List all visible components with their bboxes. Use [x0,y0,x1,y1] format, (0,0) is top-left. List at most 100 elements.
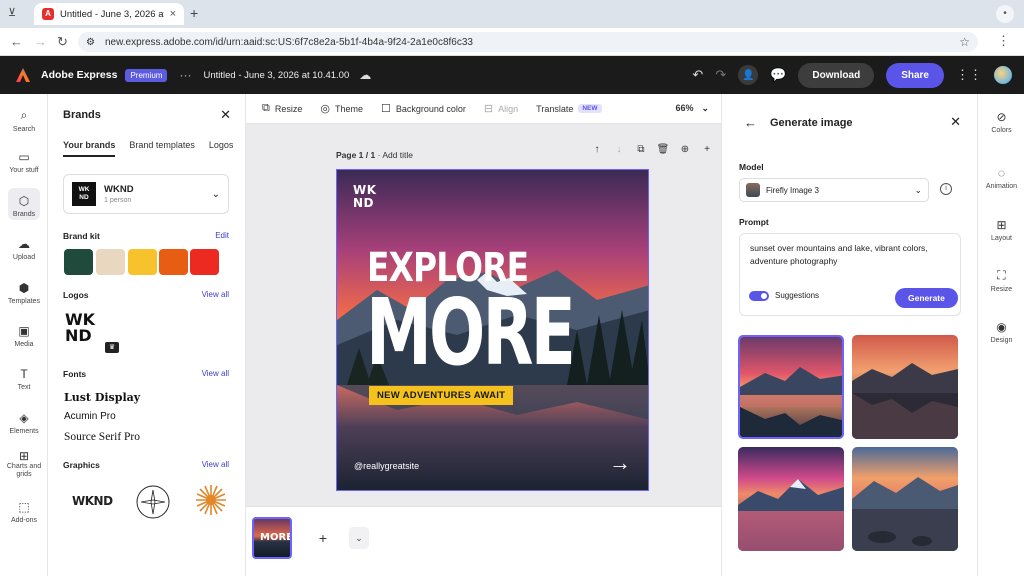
rail-item-resize[interactable]: ⛶ Resize [978,268,1024,293]
new-tab-icon[interactable]: + [190,5,198,21]
rail-item-colors[interactable]: ⊘ Colors [978,110,1024,134]
design-artboard[interactable]: WK ND EXPLORE MORE NEW ADVENTURES AWAIT @… [336,169,649,491]
color-swatch[interactable] [96,249,125,275]
suggestions-toggle[interactable] [749,291,769,301]
url-field[interactable]: ⚙ new.express.adobe.com/id/urn:aaid:sc:U… [78,32,978,52]
edit-brand-kit-link[interactable]: Edit [215,231,229,240]
arrow-right-icon[interactable]: → [609,450,631,476]
generated-image[interactable] [738,447,844,551]
zoom-control[interactable]: 66% ⌄ [675,103,709,114]
more-menu-icon[interactable]: ··· [179,68,191,82]
page-thumbnail[interactable]: MORE [252,517,292,559]
rail-item-search[interactable]: ⌕ Search [4,108,44,133]
sunburst-graphic-icon[interactable] [195,484,227,516]
document-title[interactable]: Untitled - June 3, 2026 at 10.41.00 [203,70,349,81]
download-button[interactable]: Download [798,62,875,88]
rail-item-design[interactable]: ◉ Design [978,320,1024,344]
rail-item-text[interactable]: T Text [4,367,44,391]
expand-pages-button[interactable]: ⌄ [349,527,369,549]
move-up-icon[interactable]: ↑ [590,144,604,155]
forward-icon[interactable]: → [34,34,47,49]
url-text: new.express.adobe.com/id/urn:aaid:sc:US:… [104,36,473,48]
color-swatch[interactable] [190,249,219,275]
generated-image[interactable] [738,335,844,439]
theme-button[interactable]: ◎ Theme [320,102,363,115]
fonts-view-all-link[interactable]: View all [202,369,229,378]
brand-icon: ⬡ [18,194,30,208]
rail-item-templates[interactable]: ⬢ Templates [4,281,44,305]
delete-icon[interactable]: 🗑 [656,144,670,155]
model-thumbnail [746,183,760,197]
tab-logos[interactable]: Logos [209,140,234,157]
tab-search-icon[interactable]: ⊻ [8,6,16,19]
browser-tab-bar: ⊻ A Untitled - June 3, 2026 at 10.41.00 … [0,0,1024,28]
reload-icon[interactable]: ↻ [57,34,68,50]
color-swatch[interactable] [159,249,188,275]
comment-icon[interactable]: 💬 [770,67,786,83]
brand-logo: WK ND [72,182,96,206]
brand-logo-tile[interactable]: WK ND ♛ [65,304,119,353]
add-page-button[interactable]: + [304,517,342,559]
cloud-sync-icon: ☁ [359,68,372,82]
rail-item-animation[interactable]: ◌ Animation [978,166,1024,190]
brand-selector[interactable]: WK ND WKND 1 person ⌄ [63,174,229,214]
back-icon[interactable]: ← [10,34,23,49]
font-item[interactable]: Acumin Pro [64,411,116,422]
rail-item-brands[interactable]: ⬡ Brands [4,188,44,220]
back-arrow-icon[interactable]: ← [744,115,757,130]
compass-graphic-icon[interactable] [135,484,171,520]
add-page-icon[interactable]: ⊕ [678,144,692,155]
rail-item-upload[interactable]: ☁ Upload [4,237,44,261]
invite-user-icon[interactable]: 👤 [738,65,759,85]
move-down-icon[interactable]: ↓ [612,144,626,155]
font-item[interactable]: Lust Display [64,391,140,404]
browser-tab[interactable]: A Untitled - June 3, 2026 at 10.41.00 × [34,3,184,25]
bookmark-star-icon[interactable]: ☆ [959,35,970,49]
redo-icon[interactable]: ↷ [715,67,726,83]
tagline-banner[interactable]: NEW ADVENTURES AWAIT [369,386,514,405]
generated-image[interactable] [852,447,958,551]
browser-menu-icon[interactable]: ⋮ [997,33,1010,49]
share-button[interactable]: Share [886,62,944,88]
rail-item-elements[interactable]: ◈ Elements [4,411,44,435]
social-handle[interactable]: @reallygreatsite [354,461,419,471]
align-button[interactable]: ⊟ Align [484,102,518,115]
font-item[interactable]: Source Serif Pro [64,431,140,443]
close-tab-icon[interactable]: × [170,8,176,20]
rail-item-media[interactable]: ▣ Media [4,324,44,348]
rail-item-addons[interactable]: ⬚ Add-ons [4,500,44,524]
canvas-logo[interactable]: WK ND [353,184,377,210]
canvas-area: ⧉ Resize ◎ Theme ☐ Background color ⊟ Align … [246,94,721,576]
tab-your-brands[interactable]: Your brands [63,140,116,157]
apps-grid-icon[interactable]: ⋮⋮ [956,67,982,83]
background-color-button[interactable]: ☐ Background color [381,102,466,115]
color-swatch[interactable] [64,249,93,275]
add-title-link[interactable]: Add title [382,150,413,160]
rail-item-layout[interactable]: ⊞ Layout [978,218,1024,242]
close-icon[interactable]: ✕ [950,114,961,130]
rail-item-your-stuff[interactable]: ▭ Your stuff [4,150,44,174]
model-dropdown[interactable]: Firefly Image 3 ⌄ [739,178,929,202]
logos-view-all-link[interactable]: View all [202,290,229,299]
prompt-label: Prompt [739,217,769,227]
adobe-express-logo-icon[interactable] [15,67,31,83]
headline-more[interactable]: MORE [366,287,576,379]
translate-button[interactable]: Translate NEW [536,104,602,114]
avatar[interactable] [994,66,1012,84]
rail-item-charts[interactable]: ⊞ Charts and grids [4,450,44,479]
generate-button[interactable]: Generate [895,288,958,308]
tab-brand-templates[interactable]: Brand templates [129,140,195,157]
plus-icon[interactable]: + [700,144,714,155]
site-info-icon[interactable]: ⚙ [86,37,95,48]
layout-icon: ⊞ [996,218,1007,232]
close-icon[interactable]: ✕ [220,107,231,123]
profile-icon[interactable]: • [996,5,1014,23]
generated-image[interactable] [852,335,958,439]
duplicate-icon[interactable]: ⧉ [634,144,648,155]
undo-icon[interactable]: ↶ [692,67,703,83]
graphics-view-all-link[interactable]: View all [202,460,229,469]
resize-button[interactable]: ⧉ Resize [262,102,302,115]
graphic-wordmark[interactable]: WKND [72,494,113,508]
color-swatch[interactable] [128,249,157,275]
info-icon[interactable]: i [940,183,952,195]
